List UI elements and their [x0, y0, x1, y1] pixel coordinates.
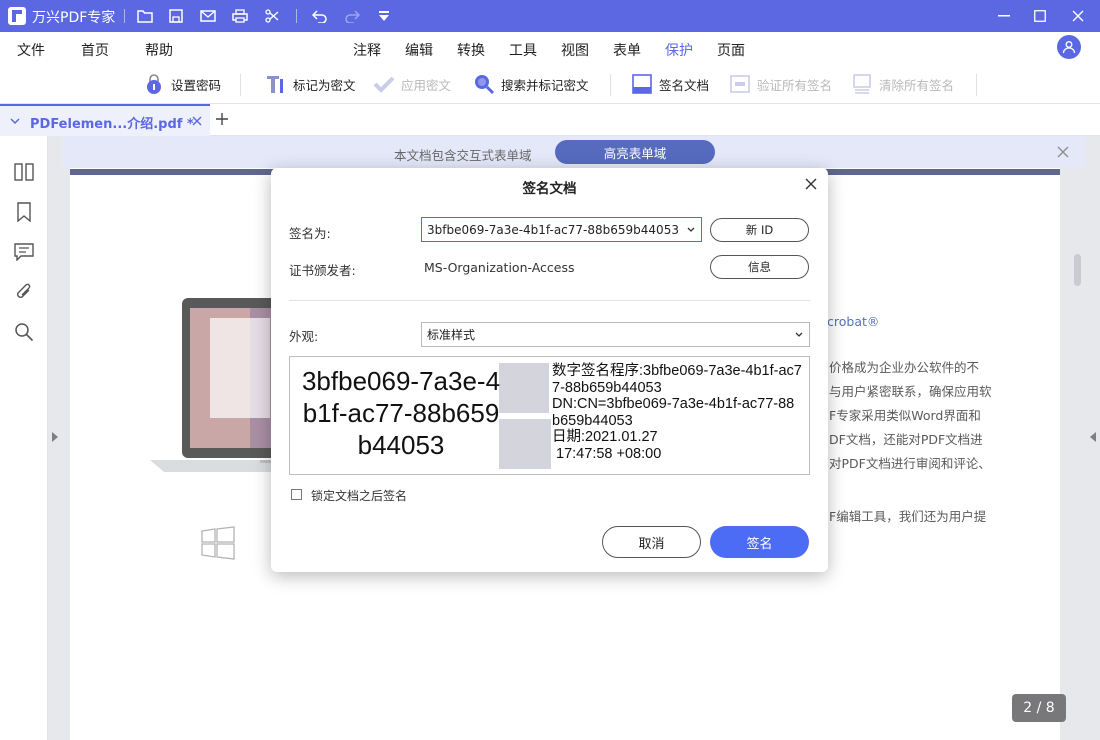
left-sidebar	[0, 136, 48, 740]
bookmark-icon[interactable]	[12, 200, 36, 224]
mail-icon[interactable]	[198, 6, 218, 26]
chevron-down-icon[interactable]	[9, 115, 21, 127]
signature-field-icon	[631, 73, 653, 95]
clear-all-label: 清除所有签名	[879, 77, 955, 93]
preview-details: 数字签名程序:3bfbe069-7a3e-4b1f-ac77-88b659b44…	[552, 363, 802, 462]
set-password-label: 设置密码	[171, 77, 222, 93]
menu-file[interactable]: 文件	[17, 40, 45, 60]
document-tab[interactable]: PDFelemen...介绍.pdf *	[0, 104, 210, 136]
menu-help[interactable]: 帮助	[145, 40, 173, 60]
chevron-down-icon	[795, 332, 803, 337]
issuer-value: MS-Organization-Access	[424, 260, 575, 275]
sign-document-label: 签名文档	[659, 77, 710, 93]
menu-edit[interactable]: 编辑	[405, 40, 433, 60]
search-redact-button[interactable]: 搜索并标记密文	[473, 70, 589, 98]
close-window-icon[interactable]	[1060, 0, 1096, 32]
document-tab-bar: PDFelemen...介绍.pdf *	[0, 104, 1100, 136]
lock-after-sign-checkbox[interactable]	[291, 489, 302, 500]
preview-shade	[499, 419, 551, 469]
appearance-select[interactable]: 标准样式	[421, 322, 810, 347]
sign-document-button[interactable]: 签名文档	[631, 70, 709, 98]
title-separator	[124, 9, 125, 23]
new-id-button[interactable]: 新 ID	[710, 218, 809, 242]
clear-all-signatures-button[interactable]: 清除所有签名	[851, 70, 954, 98]
app-logo-icon	[8, 7, 26, 25]
sign-as-label: 签名为:	[289, 226, 331, 241]
toolbar-separator	[610, 74, 611, 96]
menu-convert[interactable]: 转换	[457, 40, 485, 60]
add-tab-icon[interactable]	[214, 111, 230, 127]
search-sidebar-icon[interactable]	[12, 320, 36, 344]
redaction-text-icon	[265, 73, 287, 95]
chevron-down-icon	[687, 227, 695, 232]
verify-signature-icon	[729, 73, 751, 95]
app-title: 万兴PDF专家	[32, 10, 116, 26]
mark-redaction-label: 标记为密文	[293, 77, 356, 93]
protect-toolbar: 设置密码 标记为密文 应用密文 搜索并标记密文 签名文档 验证所有签名 清除所有…	[0, 64, 1100, 104]
menu-form[interactable]: 表单	[613, 40, 641, 60]
dialog-title: 签名文档	[522, 181, 577, 197]
attachment-icon[interactable]	[12, 280, 36, 304]
preview-time-line: 17:47:58 +08:00	[552, 445, 662, 462]
sign-document-dialog: 签名文档 签名为: 3bfbe069-7a3e-4b1f-ac77-88b659…	[271, 168, 828, 572]
sign-button[interactable]: 签名	[710, 526, 809, 558]
preview-signer-line: 数字签名程序:3bfbe069-7a3e-4b1f-ac77-88b659b44…	[552, 363, 802, 396]
menu-comment[interactable]: 注释	[353, 40, 381, 60]
title-bar: 万兴PDF专家	[0, 0, 1100, 32]
issuer-label: 证书颁发者:	[289, 263, 356, 278]
cancel-button[interactable]: 取消	[602, 526, 701, 558]
close-dialog-icon[interactable]	[804, 177, 818, 191]
user-avatar-icon[interactable]	[1057, 35, 1081, 59]
undo-icon[interactable]	[310, 6, 330, 26]
menu-bar: 文件 首页 帮助 注释 编辑 转换 工具 视图 表单 保护 页面	[0, 32, 1100, 67]
preview-signer-name: 3bfbe069-7a3e-4b1f-ac77-88b659b44053	[301, 366, 501, 460]
title-separator	[296, 9, 297, 23]
document-tab-name: PDFelemen...介绍.pdf *	[30, 117, 194, 132]
scissors-icon[interactable]	[262, 6, 282, 26]
minimize-icon[interactable]	[986, 0, 1022, 32]
menu-home[interactable]: 首页	[81, 40, 109, 60]
menu-tools[interactable]: 工具	[509, 40, 537, 60]
appearance-label: 外观:	[289, 329, 319, 344]
comment-icon[interactable]	[12, 240, 36, 264]
close-tab-icon[interactable]	[191, 115, 203, 127]
toolbar-separator	[976, 74, 977, 96]
preview-shade	[499, 363, 549, 413]
preview-date-line: 日期:2021.01.27	[552, 429, 658, 445]
maximize-icon[interactable]	[1022, 0, 1058, 32]
appearance-value: 标准样式	[427, 328, 476, 342]
info-button[interactable]: 信息	[710, 255, 809, 279]
verify-all-signatures-button[interactable]: 验证所有签名	[729, 70, 832, 98]
clear-signature-icon	[851, 73, 873, 95]
check-icon	[373, 73, 395, 95]
menu-protect[interactable]: 保护	[663, 40, 695, 67]
signature-preview: 3bfbe069-7a3e-4b1f-ac77-88b659b44053 数字签…	[289, 356, 810, 475]
verify-all-label: 验证所有签名	[757, 77, 833, 93]
mark-redaction-button[interactable]: 标记为密文	[265, 70, 356, 98]
print-icon[interactable]	[230, 6, 250, 26]
preview-dn-line: DN:CN=3bfbe069-7a3e-4b1f-ac77-88b659b440…	[552, 396, 795, 429]
lock-after-sign-label: 锁定文档之后签名	[311, 489, 408, 503]
toolbar-separator	[240, 74, 241, 96]
search-icon	[473, 73, 495, 95]
dialog-divider	[289, 300, 810, 301]
quick-access-dropdown-icon[interactable]	[374, 6, 394, 26]
apply-redaction-button[interactable]: 应用密文	[373, 70, 451, 98]
search-redact-label: 搜索并标记密文	[501, 77, 589, 93]
redo-icon[interactable]	[342, 6, 362, 26]
sign-as-select[interactable]: 3bfbe069-7a3e-4b1f-ac77-88b659b44053	[421, 217, 702, 242]
menu-page[interactable]: 页面	[717, 40, 745, 60]
set-password-button[interactable]: 设置密码	[143, 70, 221, 98]
open-folder-icon[interactable]	[135, 6, 155, 26]
sign-as-value: 3bfbe069-7a3e-4b1f-ac77-88b659b44053	[427, 222, 679, 237]
save-icon[interactable]	[166, 6, 186, 26]
thumbnails-icon[interactable]	[12, 160, 36, 184]
lock-icon	[143, 73, 165, 95]
menu-view[interactable]: 视图	[561, 40, 589, 60]
apply-redaction-label: 应用密文	[401, 77, 452, 93]
